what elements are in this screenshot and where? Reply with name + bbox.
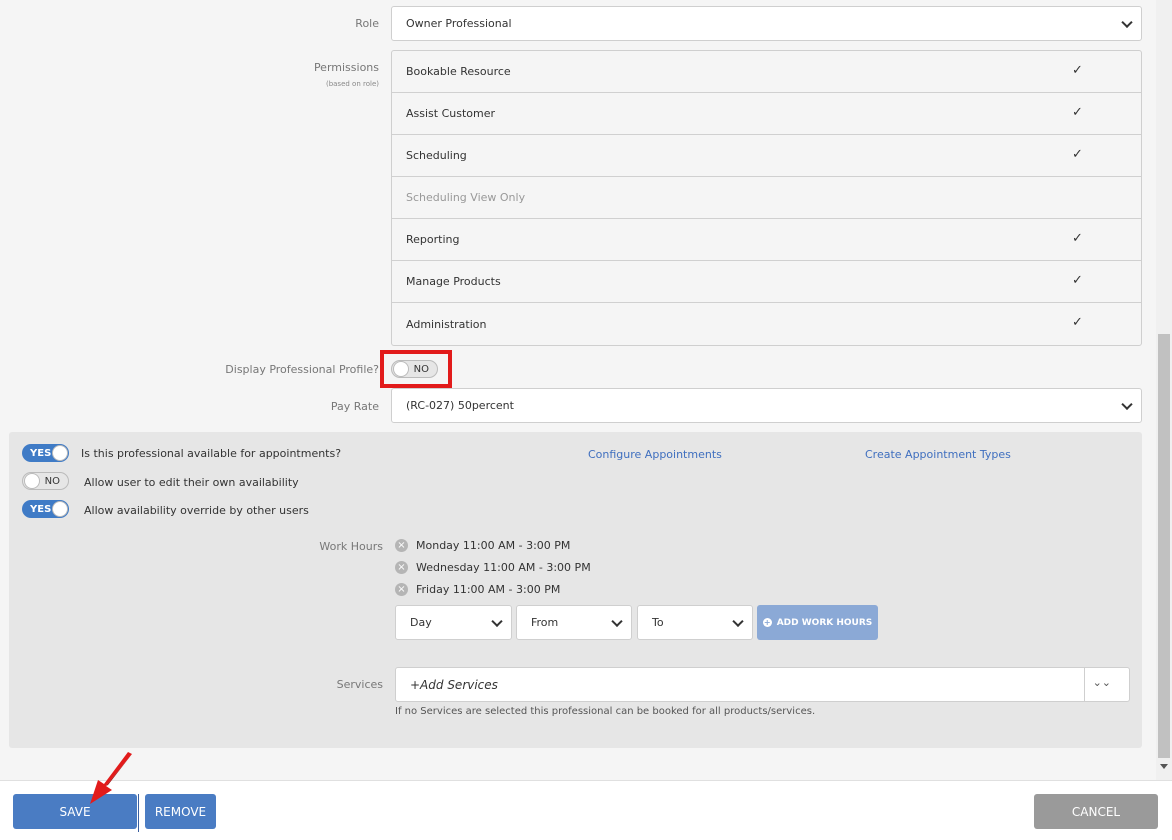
create-appointment-types-link[interactable]: Create Appointment Types: [865, 448, 1011, 461]
services-label: Services: [336, 678, 383, 691]
pay-rate-value: (RC-027) 50percent: [406, 399, 514, 412]
check-icon: ✓: [1072, 315, 1083, 330]
permission-row: Reporting ✓: [392, 219, 1141, 261]
services-input[interactable]: +Add Services ⌄⌄: [395, 667, 1130, 702]
chevron-down-icon: [611, 615, 623, 627]
permission-row: Scheduling ✓: [392, 135, 1141, 177]
role-label: Role: [355, 17, 379, 30]
toggle-text: NO: [44, 475, 60, 487]
permission-row: Bookable Resource ✓: [392, 51, 1141, 93]
check-icon: ✓: [1072, 273, 1083, 288]
toggle-text: YES: [30, 503, 52, 515]
plus-circle-icon: +: [762, 618, 772, 627]
check-icon: ✓: [1072, 147, 1083, 162]
from-value: From: [531, 616, 559, 629]
permission-name: Bookable Resource: [406, 65, 511, 78]
toggle-knob: [52, 445, 68, 461]
chevron-down-icon: [732, 615, 744, 627]
to-value: To: [652, 616, 664, 629]
toggle-text: YES: [30, 447, 52, 459]
role-value: Owner Professional: [406, 17, 512, 30]
work-hour-entry: Wednesday 11:00 AM - 3:00 PM: [416, 561, 591, 574]
permission-row: Assist Customer ✓: [392, 93, 1141, 135]
add-work-hours-label: ADD WORK HOURS: [776, 617, 873, 628]
work-hour-entry: Monday 11:00 AM - 3:00 PM: [416, 539, 571, 552]
pay-rate-select[interactable]: (RC-027) 50percent: [391, 388, 1142, 423]
from-select[interactable]: From: [516, 605, 632, 640]
permission-name: Scheduling: [406, 149, 467, 162]
permission-name: Assist Customer: [406, 107, 496, 120]
work-hours-label: Work Hours: [319, 540, 383, 553]
display-profile-label: Display Professional Profile?: [225, 363, 379, 376]
check-icon: ✓: [1072, 63, 1083, 78]
check-icon: ✓: [1072, 231, 1083, 246]
remove-button[interactable]: REMOVE: [145, 794, 216, 829]
permission-row: Administration ✓: [392, 303, 1141, 345]
role-select[interactable]: Owner Professional: [391, 6, 1142, 41]
available-text: Is this professional available for appoi…: [81, 447, 342, 460]
configure-appointments-link[interactable]: Configure Appointments: [588, 448, 722, 461]
permissions-sublabel: (based on role): [325, 80, 379, 88]
scroll-down-arrow-icon[interactable]: [1160, 764, 1168, 769]
permission-name: Administration: [406, 317, 487, 331]
toggle-knob: [52, 501, 68, 517]
day-value: Day: [410, 616, 432, 629]
permission-row: Scheduling View Only: [392, 177, 1141, 219]
permission-name: Manage Products: [406, 275, 501, 288]
edit-own-text: Allow user to edit their own availabilit…: [84, 476, 299, 489]
chevron-down-icon: [1121, 398, 1133, 410]
permissions-list: Bookable Resource ✓ Assist Customer ✓ Sc…: [391, 50, 1142, 346]
services-hint: If no Services are selected this profess…: [395, 706, 816, 717]
pay-rate-label: Pay Rate: [330, 400, 379, 413]
remove-icon[interactable]: ×: [395, 561, 408, 574]
work-hour-entry: Friday 11:00 AM - 3:00 PM: [416, 583, 561, 596]
arrow-annotation-icon: [90, 752, 132, 804]
available-toggle[interactable]: YES: [22, 444, 69, 462]
scrollbar-thumb[interactable]: [1158, 334, 1170, 758]
permission-name: Reporting: [406, 233, 460, 246]
cancel-button[interactable]: CANCEL: [1034, 794, 1158, 829]
permission-row: Manage Products ✓: [392, 261, 1141, 303]
to-select[interactable]: To: [637, 605, 753, 640]
double-chevron-down-icon[interactable]: ⌄⌄: [1093, 676, 1111, 689]
permissions-label: Permissions: [313, 61, 379, 74]
highlight-box: [380, 350, 452, 388]
chevron-down-icon: [1121, 16, 1133, 28]
edit-own-toggle[interactable]: NO: [22, 472, 69, 490]
day-select[interactable]: Day: [395, 605, 512, 640]
override-text: Allow availability override by other use…: [84, 504, 309, 517]
services-placeholder: +Add Services: [410, 677, 498, 692]
permission-name: Scheduling View Only: [406, 191, 526, 204]
remove-icon[interactable]: ×: [395, 583, 408, 596]
divider: [1084, 668, 1085, 701]
override-toggle[interactable]: YES: [22, 500, 69, 518]
check-icon: ✓: [1072, 105, 1083, 120]
chevron-down-icon: [491, 615, 503, 627]
add-work-hours-button[interactable]: + ADD WORK HOURS: [757, 605, 878, 640]
remove-icon[interactable]: ×: [395, 539, 408, 552]
toggle-knob: [24, 473, 40, 489]
